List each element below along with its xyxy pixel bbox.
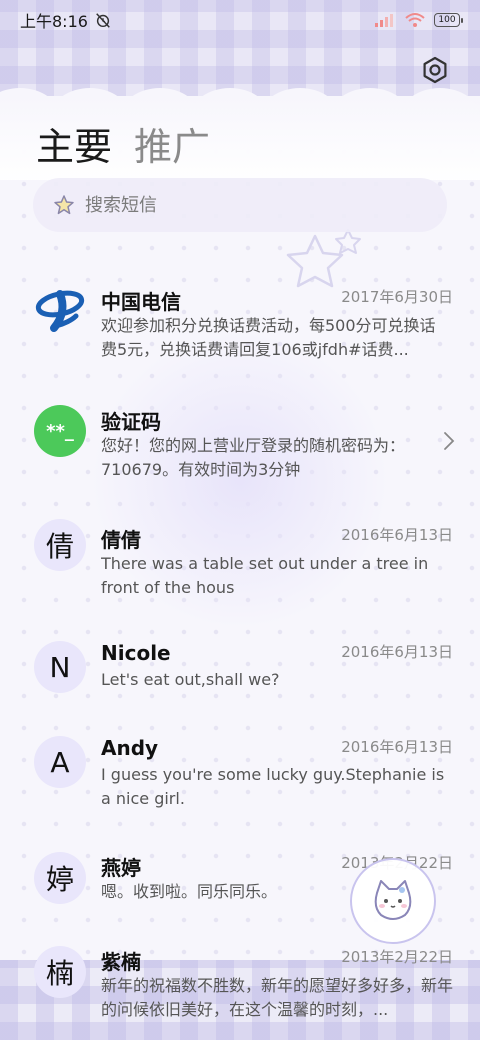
message-preview: Let's eat out,shall we? — [101, 670, 280, 689]
contact-name: Nicole — [101, 641, 171, 665]
message-date: 2013年2月22日 — [341, 948, 453, 966]
message-preview: 您好！您的网上营业厅登录的随机密码为：710679。有效时间为3分钟 — [101, 436, 406, 479]
contact-name: Andy — [101, 736, 159, 760]
message-preview: I guess you're some lucky guy.Stephanie … — [101, 765, 445, 808]
message-date: 2016年6月13日 — [341, 738, 453, 756]
message-preview: There was a table set out under a tree i… — [101, 554, 429, 597]
message-preview: 新年的祝福数不胜数，新年的愿望好多好多，新年的问候依旧美好，在这个温馨的时刻，.… — [101, 976, 453, 1019]
contact-name: 倩倩 — [101, 528, 141, 552]
contact-name: 燕婷 — [101, 856, 141, 880]
chevron-right-icon[interactable] — [442, 431, 456, 451]
hexagon-gear-icon — [423, 56, 447, 84]
status-bar: 上午8:16 100 — [0, 0, 480, 40]
list-item[interactable]: 中国电信 2017年6月30日 欢迎参加积分兑换话费活动，每500分可兑换话费5… — [0, 258, 480, 359]
list-item[interactable]: N Nicole 2016年6月13日 Let's eat out,shall … — [0, 638, 480, 738]
cat-compose-icon — [374, 880, 412, 920]
tab-promotions[interactable]: 推广 — [134, 116, 210, 171]
avatar: 婷 — [34, 852, 86, 904]
tab-bar: 主要 推广 — [36, 116, 210, 171]
contact-name: 验证码 — [101, 410, 161, 434]
avatar: 楠 — [34, 946, 86, 998]
list-item[interactable]: 倩 倩倩 2016年6月13日 There was a table set ou… — [0, 516, 480, 616]
avatar: **_ — [34, 405, 86, 457]
list-item[interactable]: 楠 紫楠 2013年2月22日 新年的祝福数不胜数，新年的愿望好多好多，新年的问… — [0, 946, 480, 1040]
signal-icon — [375, 14, 393, 27]
status-time: 上午8:16 — [20, 12, 88, 31]
compose-button[interactable] — [350, 858, 436, 944]
list-item[interactable]: A Andy 2016年6月13日 I guess you're some lu… — [0, 733, 480, 833]
settings-button[interactable] — [420, 55, 450, 85]
message-preview: 欢迎参加积分兑换话费活动，每500分可兑换话费5元，兑换话费请回复106或jfd… — [101, 316, 436, 359]
avatar: N — [34, 641, 86, 693]
search-input[interactable] — [85, 194, 425, 216]
contact-name: 中国电信 — [101, 290, 181, 314]
message-date: 2017年6月30日 — [341, 288, 453, 306]
message-date: 2016年6月13日 — [341, 526, 453, 544]
avatar: 倩 — [34, 519, 86, 571]
avatar — [34, 282, 86, 334]
message-date: 2016年6月13日 — [341, 643, 453, 661]
china-telecom-logo-icon — [35, 290, 85, 332]
contact-name: 紫楠 — [101, 950, 141, 974]
list-item[interactable]: **_ 验证码 您好！您的网上营业厅登录的随机密码为：710679。有效时间为3… — [0, 400, 480, 500]
wifi-icon — [405, 13, 425, 27]
search-bar[interactable] — [33, 178, 447, 232]
battery-icon: 100 — [434, 13, 463, 27]
tab-primary[interactable]: 主要 — [36, 116, 112, 171]
alarm-off-icon — [96, 13, 110, 28]
avatar: A — [34, 736, 86, 788]
star-icon — [54, 195, 74, 215]
battery-level: 100 — [438, 15, 456, 25]
